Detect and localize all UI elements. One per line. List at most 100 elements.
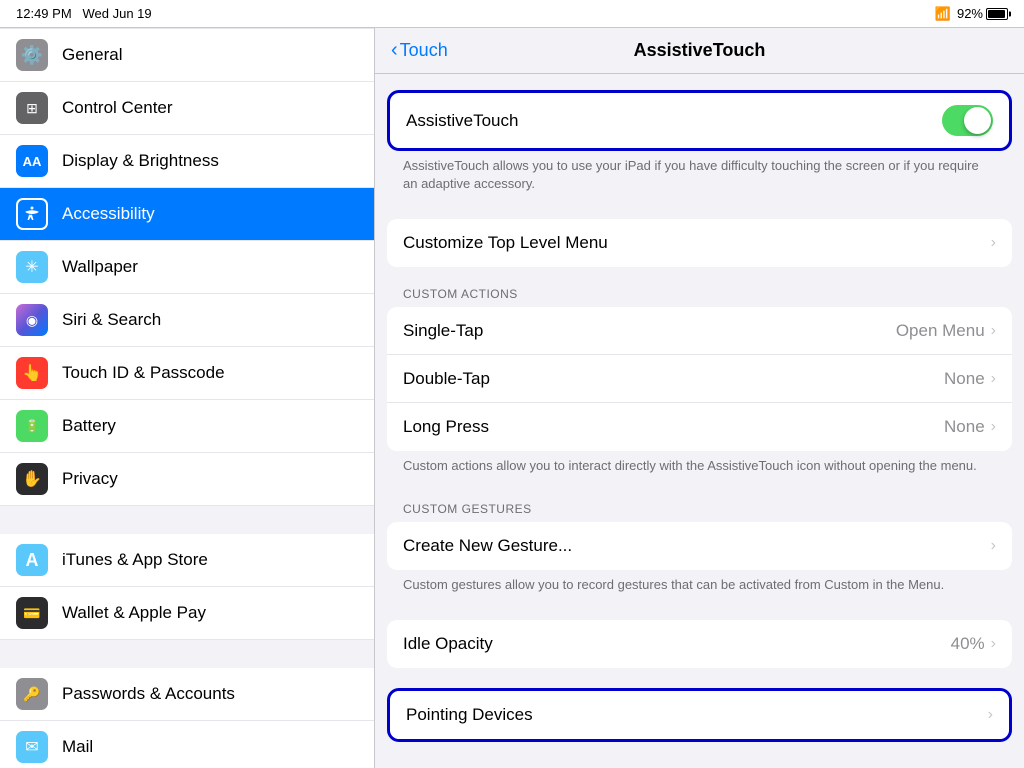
double-tap-value: None [944, 369, 985, 389]
settings-body: AssistiveTouch AssistiveTouch allows you… [375, 74, 1024, 768]
status-indicators: 📶 92% [935, 6, 1008, 22]
sidebar-item-wallpaper[interactable]: ✳ Wallpaper [0, 241, 374, 294]
sidebar-item-display[interactable]: AA Display & Brightness [0, 135, 374, 188]
sidebar-label-itunes: iTunes & App Store [62, 550, 208, 570]
status-time-date: 12:49 PM Wed Jun 19 [16, 6, 152, 21]
status-bar: 12:49 PM Wed Jun 19 📶 92% [0, 0, 1024, 28]
general-icon: ⚙️ [16, 39, 48, 71]
customize-menu-chevron: › [991, 234, 996, 252]
long-press-value: None [944, 417, 985, 437]
idle-opacity-card: Idle Opacity 40% › [387, 620, 1012, 668]
sidebar-item-touchid[interactable]: 👆 Touch ID & Passcode [0, 347, 374, 400]
main-layout: ⚙️ General ⊞ Control Center AA Display &… [0, 28, 1024, 768]
assistivetouch-toggle[interactable] [942, 105, 993, 136]
sidebar-label-touchid: Touch ID & Passcode [62, 363, 225, 383]
customize-menu-right: › [991, 234, 996, 252]
long-press-label: Long Press [403, 417, 489, 437]
content-area: ‹ Touch AssistiveTouch AssistiveTouch As… [375, 28, 1024, 768]
sidebar-label-accessibility: Accessibility [62, 204, 155, 224]
page-title: AssistiveTouch [634, 40, 766, 61]
mail-icon: ✉ [16, 731, 48, 763]
status-time: 12:49 PM [16, 6, 72, 21]
customize-menu-card: Customize Top Level Menu › [387, 219, 1012, 267]
custom-actions-header: CUSTOM ACTIONS [387, 287, 1012, 307]
wallpaper-icon: ✳ [16, 251, 48, 283]
single-tap-chevron: › [991, 322, 996, 340]
back-button[interactable]: ‹ Touch [391, 39, 448, 62]
idle-opacity-group: Idle Opacity 40% › [387, 620, 1012, 668]
double-tap-row[interactable]: Double-Tap None › [387, 355, 1012, 403]
double-tap-chevron: › [991, 370, 996, 388]
sidebar-item-battery[interactable]: 🔋 Battery [0, 400, 374, 453]
custom-gestures-card: Create New Gesture... › [387, 522, 1012, 570]
sidebar-item-itunes[interactable]: A iTunes & App Store [0, 534, 374, 587]
accessibility-icon [16, 198, 48, 230]
privacy-icon: ✋ [16, 463, 48, 495]
create-gesture-chevron: › [991, 537, 996, 555]
create-gesture-label: Create New Gesture... [403, 536, 572, 556]
pointing-devices-label: Pointing Devices [406, 705, 533, 725]
wallet-icon: 💳 [16, 597, 48, 629]
customize-menu-group: Customize Top Level Menu › [387, 219, 1012, 267]
sidebar-item-accessibility[interactable]: Accessibility [0, 188, 374, 241]
battery-percent: 92% [957, 6, 983, 21]
pointing-devices-group: Pointing Devices › [387, 688, 1012, 742]
idle-opacity-label: Idle Opacity [403, 634, 493, 654]
pointing-devices-chevron: › [988, 706, 993, 724]
touchid-icon: 👆 [16, 357, 48, 389]
battery-sidebar-icon: 🔋 [16, 410, 48, 442]
sidebar-label-battery: Battery [62, 416, 116, 436]
idle-opacity-value: 40% [951, 634, 985, 654]
single-tap-value: Open Menu [896, 321, 985, 341]
customize-menu-row[interactable]: Customize Top Level Menu › [387, 219, 1012, 267]
double-tap-right: None › [944, 369, 996, 389]
toggle-knob [964, 107, 991, 134]
assistivetouch-toggle-row[interactable]: AssistiveTouch [390, 93, 1009, 148]
sidebar-item-wallet[interactable]: 💳 Wallet & Apple Pay [0, 587, 374, 640]
pointing-devices-highlight: Pointing Devices › [387, 688, 1012, 742]
long-press-right: None › [944, 417, 996, 437]
long-press-chevron: › [991, 418, 996, 436]
assistivetouch-description: AssistiveTouch allows you to use your iP… [387, 151, 1012, 199]
battery-container: 92% [957, 6, 1008, 21]
status-date: Wed Jun 19 [83, 6, 152, 21]
sidebar-label-passwords: Passwords & Accounts [62, 684, 235, 704]
assistivetouch-label: AssistiveTouch [406, 111, 518, 131]
sidebar-item-general[interactable]: ⚙️ General [0, 28, 374, 82]
idle-opacity-row[interactable]: Idle Opacity 40% › [387, 620, 1012, 668]
custom-gestures-group: CUSTOM GESTURES Create New Gesture... › … [387, 502, 1012, 600]
sidebar-item-control-center[interactable]: ⊞ Control Center [0, 82, 374, 135]
custom-actions-group: CUSTOM ACTIONS Single-Tap Open Menu › Do… [387, 287, 1012, 481]
sidebar-item-siri[interactable]: ◉ Siri & Search [0, 294, 374, 347]
pointing-devices-row[interactable]: Pointing Devices › [390, 691, 1009, 739]
sidebar-label-display: Display & Brightness [62, 151, 219, 171]
content-header: ‹ Touch AssistiveTouch [375, 28, 1024, 74]
custom-actions-note: Custom actions allow you to interact dir… [387, 451, 1012, 481]
display-icon: AA [16, 145, 48, 177]
custom-actions-card: Single-Tap Open Menu › Double-Tap None › [387, 307, 1012, 451]
wifi-icon: 📶 [935, 6, 951, 22]
idle-opacity-chevron: › [991, 635, 996, 653]
sidebar-divider-1 [0, 506, 374, 534]
idle-opacity-right: 40% › [951, 634, 996, 654]
create-gesture-row[interactable]: Create New Gesture... › [387, 522, 1012, 570]
back-chevron-icon: ‹ [391, 39, 398, 62]
sidebar-item-mail[interactable]: ✉ Mail [0, 721, 374, 768]
sidebar-item-passwords[interactable]: 🔑 Passwords & Accounts [0, 668, 374, 721]
custom-gestures-note: Custom gestures allow you to record gest… [387, 570, 1012, 600]
sidebar-label-general: General [62, 45, 122, 65]
sidebar-item-privacy[interactable]: ✋ Privacy [0, 453, 374, 506]
sidebar: ⚙️ General ⊞ Control Center AA Display &… [0, 28, 375, 768]
passwords-icon: 🔑 [16, 678, 48, 710]
itunes-icon: A [16, 544, 48, 576]
sidebar-label-siri: Siri & Search [62, 310, 161, 330]
create-gesture-right: › [991, 537, 996, 555]
control-center-icon: ⊞ [16, 92, 48, 124]
sidebar-label-wallet: Wallet & Apple Pay [62, 603, 206, 623]
sidebar-divider-2 [0, 640, 374, 668]
custom-gestures-header: CUSTOM GESTURES [387, 502, 1012, 522]
single-tap-row[interactable]: Single-Tap Open Menu › [387, 307, 1012, 355]
assistivetouch-group: AssistiveTouch AssistiveTouch allows you… [387, 90, 1012, 199]
long-press-row[interactable]: Long Press None › [387, 403, 1012, 451]
customize-menu-label: Customize Top Level Menu [403, 233, 608, 253]
